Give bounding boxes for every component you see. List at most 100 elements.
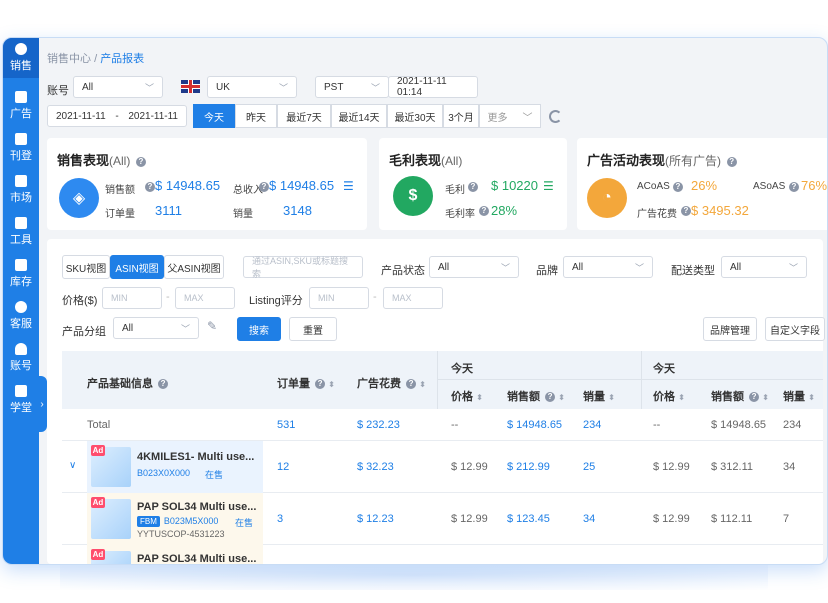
header-divider xyxy=(641,351,642,409)
timezone-select[interactable]: PST ﹀ xyxy=(315,76,389,98)
price-max-input[interactable]: MAX xyxy=(175,287,235,309)
ad-card-title: 广告活动表现(所有广告) ? xyxy=(587,150,737,169)
chevron-down-icon[interactable]: ∨ xyxy=(69,460,76,471)
help-icon[interactable]: ? xyxy=(468,182,478,192)
product-status-select[interactable]: All ﹀ xyxy=(429,256,519,278)
col-units-1[interactable]: 销量 ⬍ xyxy=(583,388,615,404)
col-sales-1[interactable]: 销售额 ? ⬍ xyxy=(507,388,565,404)
view-asin-button[interactable]: ASIN视图 xyxy=(110,255,164,279)
breadcrumb-root[interactable]: 销售中心 xyxy=(47,53,91,65)
date-range-picker[interactable]: 2021-11-11 - 2021-11-11 xyxy=(47,105,187,127)
list-icon[interactable]: ☰ xyxy=(543,179,554,193)
sort-icon[interactable]: ⬍ xyxy=(678,393,685,402)
product-asin[interactable]: B023X0X000 xyxy=(137,468,190,478)
price-min-input[interactable]: MIN xyxy=(102,287,162,309)
product-asin[interactable]: B023M5X000 xyxy=(164,516,219,526)
help-icon[interactable]: ? xyxy=(479,206,489,216)
search-button[interactable]: 搜索 xyxy=(237,317,281,341)
sidebar-item-listing[interactable]: 刊登 xyxy=(3,128,39,168)
help-icon[interactable]: ? xyxy=(789,182,799,192)
gross-margin-value: 28% xyxy=(491,203,518,218)
range-yesterday[interactable]: 昨天 xyxy=(235,104,277,128)
table-header xyxy=(62,351,823,409)
ad-badge: Ad xyxy=(91,549,105,560)
product-sku[interactable]: YYTUSCOP-4531223 xyxy=(137,529,225,539)
sort-icon[interactable]: ⬍ xyxy=(762,393,769,402)
reset-button[interactable]: 重置 xyxy=(289,317,337,341)
row-sales-1: $ 212.99 xyxy=(507,461,550,473)
range-7days[interactable]: 最近7天 xyxy=(277,104,331,128)
range-30days[interactable]: 最近30天 xyxy=(387,104,443,128)
range-14days[interactable]: 最近14天 xyxy=(331,104,387,128)
sidebar-item-academy[interactable]: 学堂 xyxy=(3,380,39,420)
marketplace-select[interactable]: UK ﹀ xyxy=(207,76,297,98)
chevron-down-icon: ﹀ xyxy=(634,262,644,273)
col-price-1[interactable]: 价格 ⬍ xyxy=(451,388,483,404)
sidebar-item-market[interactable]: 市场 xyxy=(3,170,39,210)
product-group-select[interactable]: All ﹀ xyxy=(113,317,199,339)
product-title[interactable]: PAP SOL34 Multi use... xyxy=(137,501,256,513)
sidebar-item-sales[interactable]: 销售 xyxy=(3,38,39,78)
help-icon[interactable]: ? xyxy=(135,156,146,167)
listing-score-label: Listing评分 xyxy=(249,295,303,307)
product-status: 在售 xyxy=(205,470,224,480)
view-parent-asin-button[interactable]: 父ASIN视图 xyxy=(164,255,224,279)
sidebar-item-inventory[interactable]: 库存 xyxy=(3,254,39,294)
col-orders[interactable]: 订单量 ? ⬍ xyxy=(277,375,335,391)
search-input[interactable]: 通过ASIN,SKU或标题搜索 xyxy=(243,256,363,279)
range-more-select[interactable]: 更多 ﹀ xyxy=(479,104,541,128)
pie-chart-icon xyxy=(15,43,27,55)
account-select[interactable]: All ﹀ xyxy=(73,76,163,98)
help-icon[interactable]: ? xyxy=(315,379,326,390)
uk-flag-icon xyxy=(181,80,200,93)
list-icon[interactable]: ☰ xyxy=(343,179,354,193)
help-icon[interactable]: ? xyxy=(145,182,155,192)
chevron-down-icon: ﹀ xyxy=(180,323,190,334)
sort-icon[interactable]: ⬍ xyxy=(808,393,815,402)
chevron-down-icon: ﹀ xyxy=(278,82,288,93)
custom-fields-button[interactable]: 自定义字段 xyxy=(765,317,825,341)
help-icon[interactable]: ? xyxy=(749,392,760,403)
help-icon[interactable]: ? xyxy=(406,379,417,390)
row-orders: 3 xyxy=(277,513,284,525)
product-title[interactable]: PAP SOL34 Multi use... xyxy=(137,553,256,564)
app-window: 销售 广告 刊登 市场 工具 库存 客服 账号 学堂 › 销售中心 / 产品报表… xyxy=(2,37,828,565)
sort-icon[interactable]: ⬍ xyxy=(608,393,615,402)
view-sku-button[interactable]: SKU视图 xyxy=(62,255,110,279)
total-price-1: -- xyxy=(451,419,459,431)
edit-icon[interactable]: ✎ xyxy=(207,319,217,333)
ship-type-select[interactable]: All ﹀ xyxy=(721,256,807,278)
col-ad-spend[interactable]: 广告花费 ? ⬍ xyxy=(357,375,426,391)
sort-icon[interactable]: ⬍ xyxy=(328,380,335,389)
pie-chart-icon: ◔ xyxy=(587,178,627,218)
help-icon[interactable]: ? xyxy=(681,206,691,216)
col-price-2[interactable]: 价格 ⬍ xyxy=(653,388,685,404)
brand-management-button[interactable]: 品牌管理 xyxy=(703,317,757,341)
help-icon[interactable]: ? xyxy=(673,182,683,192)
account-label: 账号 xyxy=(47,85,69,97)
sidebar-item-ads[interactable]: 广告 xyxy=(3,86,39,126)
range-today[interactable]: 今天 xyxy=(193,104,235,128)
sidebar-item-account[interactable]: 账号 xyxy=(3,338,39,378)
sort-icon[interactable]: ⬍ xyxy=(419,380,426,389)
sidebar-item-service[interactable]: 客服 xyxy=(3,296,39,336)
sort-icon[interactable]: ⬍ xyxy=(558,393,565,402)
col-sales-2[interactable]: 销售额 ? ⬍ xyxy=(711,388,769,404)
row-price-2: $ 12.99 xyxy=(653,513,690,525)
range-3months[interactable]: 3个月 xyxy=(443,104,479,128)
help-icon[interactable]: ? xyxy=(545,392,556,403)
help-icon[interactable]: ? xyxy=(726,156,737,167)
refresh-icon[interactable] xyxy=(549,110,562,123)
sidebar-item-tools[interactable]: 工具 xyxy=(3,212,39,252)
price-separator: - xyxy=(166,291,170,303)
score-min-input[interactable]: MIN xyxy=(309,287,369,309)
sort-icon[interactable]: ⬍ xyxy=(476,393,483,402)
score-max-input[interactable]: MAX xyxy=(383,287,443,309)
sidebar: 销售 广告 刊登 市场 工具 库存 客服 账号 学堂 xyxy=(3,38,39,564)
product-title[interactable]: 4KMILES1- Multi use... xyxy=(137,451,254,463)
sales-amount-value: $ 14948.65 xyxy=(155,178,221,193)
col-units-2[interactable]: 销量 ⬍ xyxy=(783,388,815,404)
help-icon[interactable]: ? xyxy=(158,379,169,390)
help-icon[interactable]: ? xyxy=(259,182,269,192)
brand-select[interactable]: All ﹀ xyxy=(563,256,653,278)
